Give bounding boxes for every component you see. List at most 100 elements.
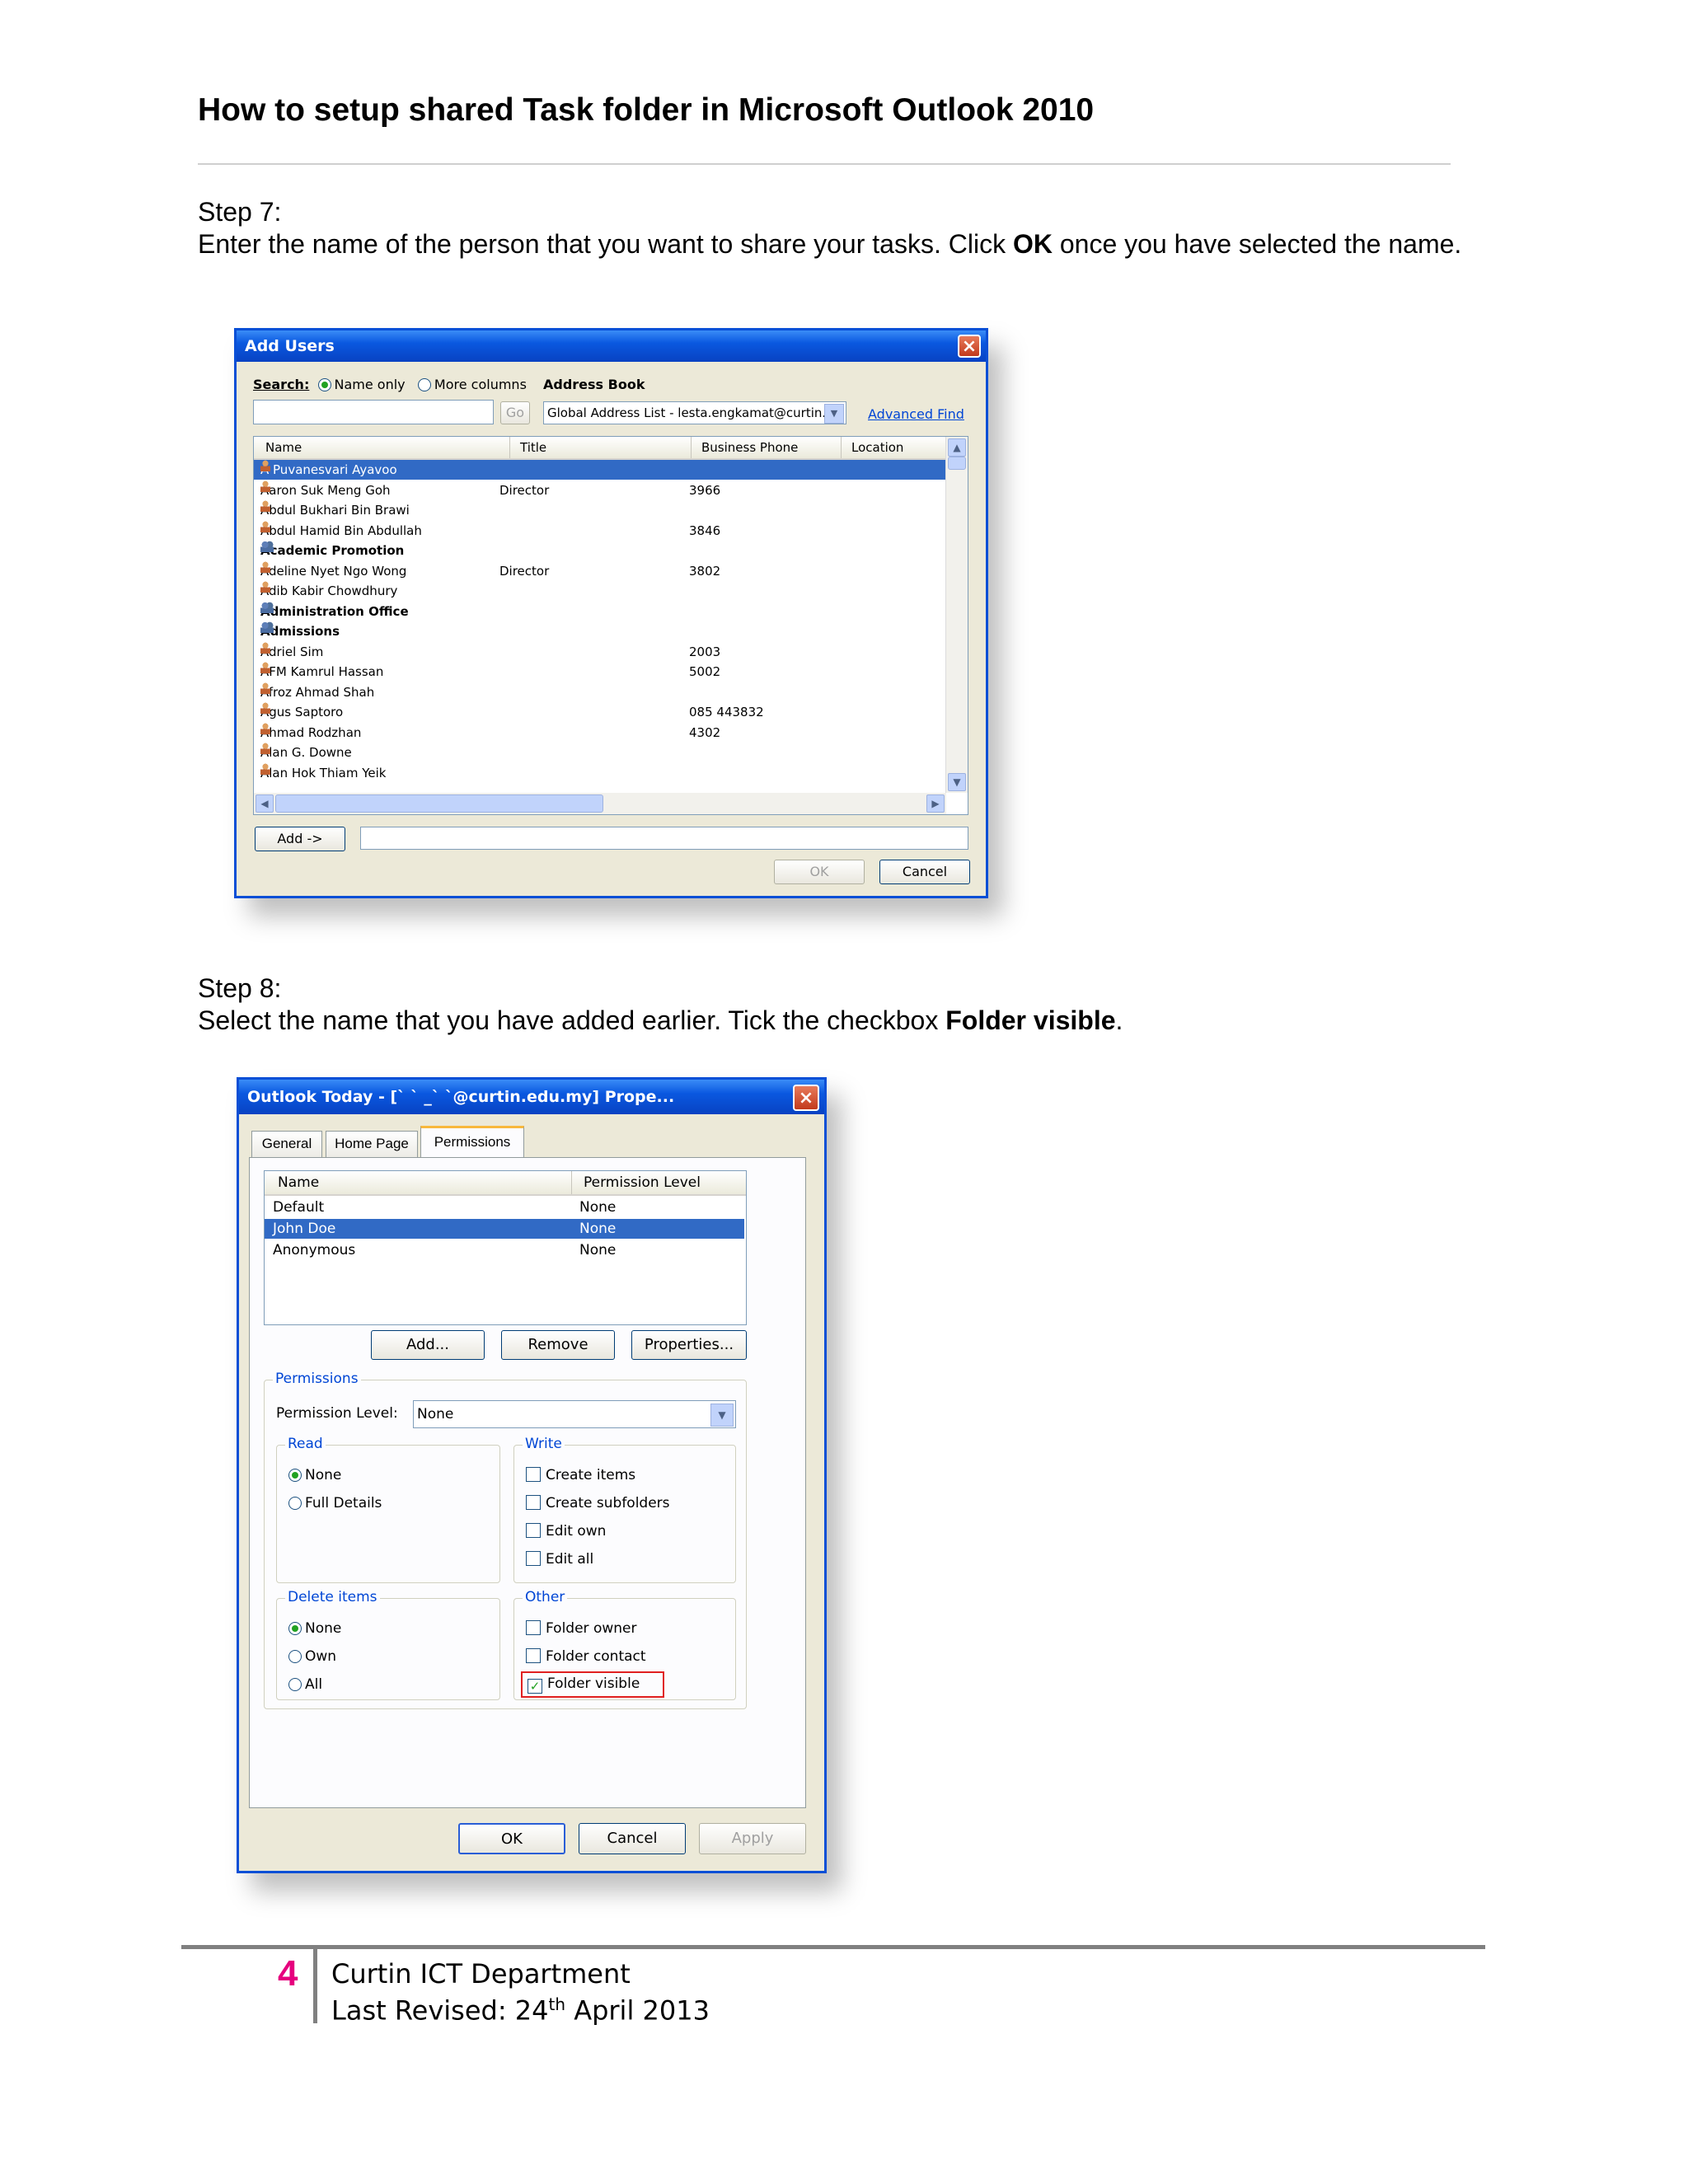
delete-none-radio[interactable] (288, 1622, 302, 1635)
apply-button[interactable]: Apply (699, 1823, 806, 1854)
scroll-left-icon[interactable]: ◀ (256, 794, 274, 813)
horizontal-scrollbar[interactable]: ◀ ▶ (254, 793, 946, 814)
column-business-phone[interactable]: Business Phone (691, 437, 798, 458)
address-list-item[interactable]: Adriel Sim 2003 (254, 641, 946, 662)
permissions-list: Name Permission Level Default None John Do… (264, 1170, 747, 1325)
scroll-down-icon[interactable]: ▼ (948, 773, 966, 791)
edit-all-checkbox[interactable] (526, 1551, 541, 1566)
column-title[interactable]: Title (509, 437, 546, 458)
add-permission-button[interactable]: Add... (371, 1330, 485, 1360)
address-list-item[interactable]: Aaron Suk Meng Goh Director 3966 (254, 480, 946, 500)
address-list-item[interactable]: Adeline Nyet Ngo Wong Director 3802 (254, 560, 946, 581)
delete-all-option[interactable]: All (288, 1676, 322, 1693)
permission-row[interactable]: Anonymous None (265, 1240, 744, 1260)
read-full-details-option[interactable]: Full Details (288, 1495, 382, 1511)
other-group: Other Folder owner Folder contact ✓ Folde… (513, 1589, 736, 1700)
edit-own-option[interactable]: Edit own (526, 1523, 606, 1540)
address-list-item[interactable]: Abdul Bukhari Bin Brawi (254, 500, 946, 520)
folder-owner-option[interactable]: Folder owner (526, 1620, 636, 1637)
column-location[interactable]: Location (841, 437, 903, 458)
delete-none-option[interactable]: None (288, 1620, 341, 1637)
remove-button[interactable]: Remove (501, 1330, 615, 1360)
address-list-item[interactable]: Ahmad Rodzhan 4302 (254, 722, 946, 743)
address-list-item[interactable]: Admissions (254, 621, 946, 641)
delete-own-radio[interactable] (288, 1650, 302, 1663)
address-list-item[interactable]: Academic Promotion (254, 541, 946, 560)
address-list-item[interactable]: Alan Hok Thiam Yeik (254, 762, 946, 783)
edit-own-checkbox[interactable] (526, 1523, 541, 1538)
address-list-item[interactable]: Adib Kabir Chowdhury (254, 581, 946, 601)
column-name[interactable]: Name (278, 1171, 319, 1194)
read-none-radio[interactable] (288, 1469, 302, 1482)
advanced-find-link[interactable]: Advanced Find (868, 406, 964, 422)
folder-visible-option[interactable]: ✓ Folder visible (521, 1671, 665, 1698)
folder-owner-checkbox[interactable] (526, 1620, 541, 1635)
folder-contact-option[interactable]: Folder contact (526, 1648, 646, 1665)
address-list-item[interactable]: AFM Kamrul Hassan 5002 (254, 662, 946, 682)
delete-all-radio[interactable] (288, 1678, 302, 1691)
close-icon[interactable]: × (958, 335, 981, 358)
row-name: Aaron Suk Meng Goh (260, 480, 391, 500)
search-input[interactable] (253, 400, 494, 424)
row-name: Agus Saptoro (260, 702, 343, 722)
scroll-up-icon[interactable]: ▲ (948, 438, 966, 457)
address-book-select[interactable]: Global Address List - lesta.engkamat@cur… (543, 401, 846, 424)
column-permission-level[interactable]: Permission Level (571, 1171, 701, 1194)
row-title: Director (499, 482, 550, 498)
cancel-button[interactable]: Cancel (579, 1823, 686, 1854)
horizontal-scroll-thumb[interactable] (275, 794, 603, 813)
name-only-label: Name only (334, 377, 406, 392)
search-label: Search: (253, 377, 310, 392)
row-name: Alan G. Downe (260, 743, 352, 762)
address-list-item[interactable]: Administration Office (254, 601, 946, 621)
user-icon (260, 662, 270, 673)
cancel-button[interactable]: Cancel (879, 860, 970, 884)
permission-level-select[interactable]: None ▼ (413, 1400, 736, 1428)
row-business-phone: 4302 (689, 724, 721, 740)
create-subfolders-checkbox[interactable] (526, 1495, 541, 1510)
user-icon (260, 641, 270, 654)
more-columns-radio[interactable] (417, 378, 431, 391)
permission-row-name: Default (273, 1199, 325, 1216)
create-items-checkbox[interactable] (526, 1467, 541, 1482)
read-none-option[interactable]: None (288, 1467, 341, 1483)
address-list-item[interactable]: Abdul Hamid Bin Abdullah 3846 (254, 520, 946, 541)
permission-row-level: None (579, 1242, 617, 1258)
scroll-right-icon[interactable]: ▶ (926, 794, 945, 813)
address-list-item[interactable]: Afroz Ahmad Shah (254, 682, 946, 702)
vertical-scroll-thumb[interactable] (948, 457, 966, 470)
row-name: Adib Kabir Chowdhury (260, 581, 397, 601)
user-icon (260, 520, 270, 532)
delete-items-group: Delete items None Own All (276, 1589, 500, 1700)
row-name-text: AFM Kamrul Hassan (260, 664, 384, 679)
ok-button[interactable]: OK (458, 1823, 565, 1854)
row-name-text: Administration Office (260, 603, 409, 619)
chevron-down-icon[interactable]: ▼ (710, 1404, 734, 1427)
edit-all-option[interactable]: Edit all (526, 1551, 593, 1568)
tab-permissions[interactable]: Permissions (420, 1126, 524, 1159)
folder-contact-checkbox[interactable] (526, 1648, 541, 1663)
create-subfolders-option[interactable]: Create subfolders (526, 1495, 670, 1511)
tab-general[interactable]: General (251, 1131, 322, 1157)
delete-own-option[interactable]: Own (288, 1648, 336, 1665)
folder-visible-checkbox[interactable]: ✓ (528, 1679, 542, 1694)
address-list-item[interactable]: Agus Saptoro 085 443832 (254, 702, 946, 722)
read-full-details-radio[interactable] (288, 1497, 302, 1510)
added-users-field[interactable] (360, 827, 968, 850)
permission-row[interactable]: Default None (265, 1197, 744, 1217)
tab-home-page[interactable]: Home Page (326, 1131, 418, 1157)
column-name[interactable]: Name (265, 437, 302, 458)
properties-button[interactable]: Properties... (631, 1330, 747, 1360)
create-items-option[interactable]: Create items (526, 1467, 635, 1483)
permission-row[interactable]: John Doe None (265, 1219, 744, 1239)
go-button[interactable]: Go (500, 401, 530, 424)
vertical-scrollbar[interactable]: ▲ ▼ (945, 437, 968, 793)
name-only-radio[interactable] (317, 378, 331, 391)
address-list-item[interactable]: Alan G. Downe (254, 743, 946, 762)
add-user-button[interactable]: Add -> (255, 827, 345, 851)
ok-button[interactable]: OK (774, 860, 865, 884)
add-users-titlebar: Add Users × (237, 330, 986, 362)
address-list-item[interactable]: A Puvanesvari Ayavoo (254, 460, 946, 480)
close-icon[interactable]: × (793, 1085, 819, 1111)
chevron-down-icon[interactable]: ▼ (824, 404, 844, 424)
